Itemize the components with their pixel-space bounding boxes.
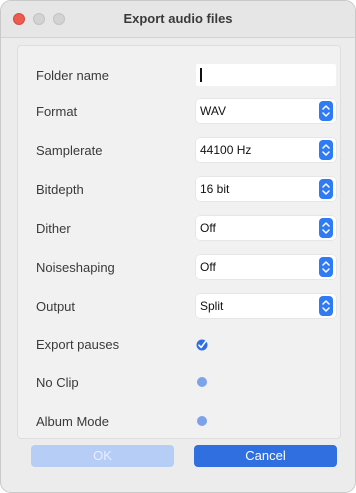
- cancel-button[interactable]: Cancel: [194, 445, 337, 467]
- ok-button[interactable]: OK: [31, 445, 174, 467]
- bitdepth-stepper[interactable]: [319, 179, 333, 199]
- dither-select[interactable]: Off: [196, 216, 336, 240]
- up-down-chevron-icon: [322, 105, 330, 117]
- up-down-chevron-icon: [322, 261, 330, 273]
- folder-name-row: Folder name: [18, 62, 340, 88]
- noiseshaping-row: Noiseshaping Off: [18, 254, 340, 280]
- output-label: Output: [36, 299, 76, 314]
- album-mode-row: Album Mode: [18, 408, 340, 434]
- window-title: Export audio files: [123, 11, 233, 26]
- samplerate-stepper[interactable]: [319, 140, 333, 160]
- dither-value: Off: [200, 221, 216, 235]
- up-down-chevron-icon: [322, 144, 330, 156]
- samplerate-value: 44100 Hz: [200, 143, 252, 157]
- output-stepper[interactable]: [319, 296, 333, 316]
- samplerate-select[interactable]: 44100 Hz: [196, 138, 336, 162]
- export-pauses-label: Export pauses: [36, 337, 120, 352]
- bitdepth-row: Bitdepth 16 bit: [18, 176, 340, 202]
- no-clip-toggle[interactable]: [197, 377, 207, 387]
- samplerate-row: Samplerate 44100 Hz: [18, 137, 340, 163]
- no-clip-label: No Clip: [36, 375, 79, 390]
- noiseshaping-value: Off: [200, 260, 216, 274]
- folder-name-label: Folder name: [36, 68, 109, 83]
- dither-row: Dither Off: [18, 215, 340, 241]
- title-bar: Export audio files: [1, 1, 355, 38]
- no-clip-row: No Clip: [18, 369, 340, 395]
- output-row: Output Split: [18, 293, 340, 319]
- up-down-chevron-icon: [322, 222, 330, 234]
- format-label: Format: [36, 104, 78, 119]
- bitdepth-value: 16 bit: [200, 182, 230, 196]
- output-value: Split: [200, 299, 224, 313]
- export-audio-dialog: Export audio files Folder name Format WA…: [0, 0, 356, 493]
- export-pauses-checkbox[interactable]: [196, 338, 208, 351]
- format-value: WAV: [200, 104, 226, 118]
- export-pauses-row: Export pauses: [18, 331, 340, 357]
- format-select[interactable]: WAV: [196, 99, 336, 123]
- dither-label: Dither: [36, 221, 71, 236]
- noiseshaping-select[interactable]: Off: [196, 255, 336, 279]
- settings-panel: Folder name Format WAV Samplerate 44100 …: [17, 45, 341, 439]
- album-mode-label: Album Mode: [36, 414, 109, 429]
- checkmark-icon: [196, 339, 208, 351]
- output-select[interactable]: Split: [196, 294, 336, 318]
- noiseshaping-stepper[interactable]: [319, 257, 333, 277]
- dither-stepper[interactable]: [319, 218, 333, 238]
- up-down-chevron-icon: [322, 183, 330, 195]
- samplerate-label: Samplerate: [36, 143, 103, 158]
- up-down-chevron-icon: [322, 300, 330, 312]
- folder-name-input[interactable]: [196, 64, 336, 86]
- format-row: Format WAV: [18, 98, 340, 124]
- format-stepper[interactable]: [319, 101, 333, 121]
- album-mode-toggle[interactable]: [197, 416, 207, 426]
- bitdepth-select[interactable]: 16 bit: [196, 177, 336, 201]
- text-caret: [200, 68, 202, 82]
- noiseshaping-label: Noiseshaping: [36, 260, 115, 275]
- bitdepth-label: Bitdepth: [36, 182, 84, 197]
